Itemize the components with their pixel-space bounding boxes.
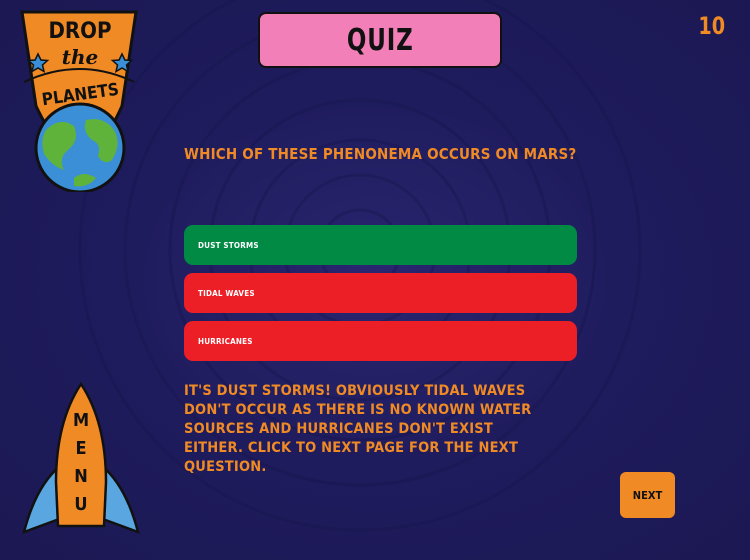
menu-letter: N (74, 466, 88, 487)
answer-explanation: IT'S DUST STORMS! OBVIOUSLY TIDAL WAVES … (184, 383, 532, 475)
answer-option-dust-storms[interactable]: DUST STORMS (184, 225, 577, 265)
answer-option-tidal-waves[interactable]: TIDAL WAVES (184, 273, 577, 313)
menu-rocket-button[interactable]: M E N U (22, 382, 140, 534)
logo-word-drop: DROP (48, 19, 111, 44)
answer-option-hurricanes[interactable]: HURRICANES (184, 321, 577, 361)
page-title: QUIZ (346, 22, 414, 58)
answer-label: TIDAL WAVES (198, 288, 255, 298)
answer-label: DUST STORMS (198, 240, 259, 250)
menu-letter: U (74, 494, 87, 515)
logo-word-the: the (62, 45, 99, 69)
quiz-title-banner: QUIZ (258, 12, 502, 68)
menu-letter: E (75, 438, 86, 459)
next-button[interactable]: NEXT (620, 472, 675, 518)
menu-letter: M (73, 410, 89, 431)
question-text: WHICH OF THESE PHENONEMA OCCURS ON MARS? (184, 145, 577, 163)
answer-label: HURRICANES (198, 336, 253, 346)
drop-the-planets-logo: DROP the PLANETS (20, 10, 138, 192)
next-button-label: NEXT (632, 488, 663, 502)
question-counter: 10 (697, 12, 725, 40)
